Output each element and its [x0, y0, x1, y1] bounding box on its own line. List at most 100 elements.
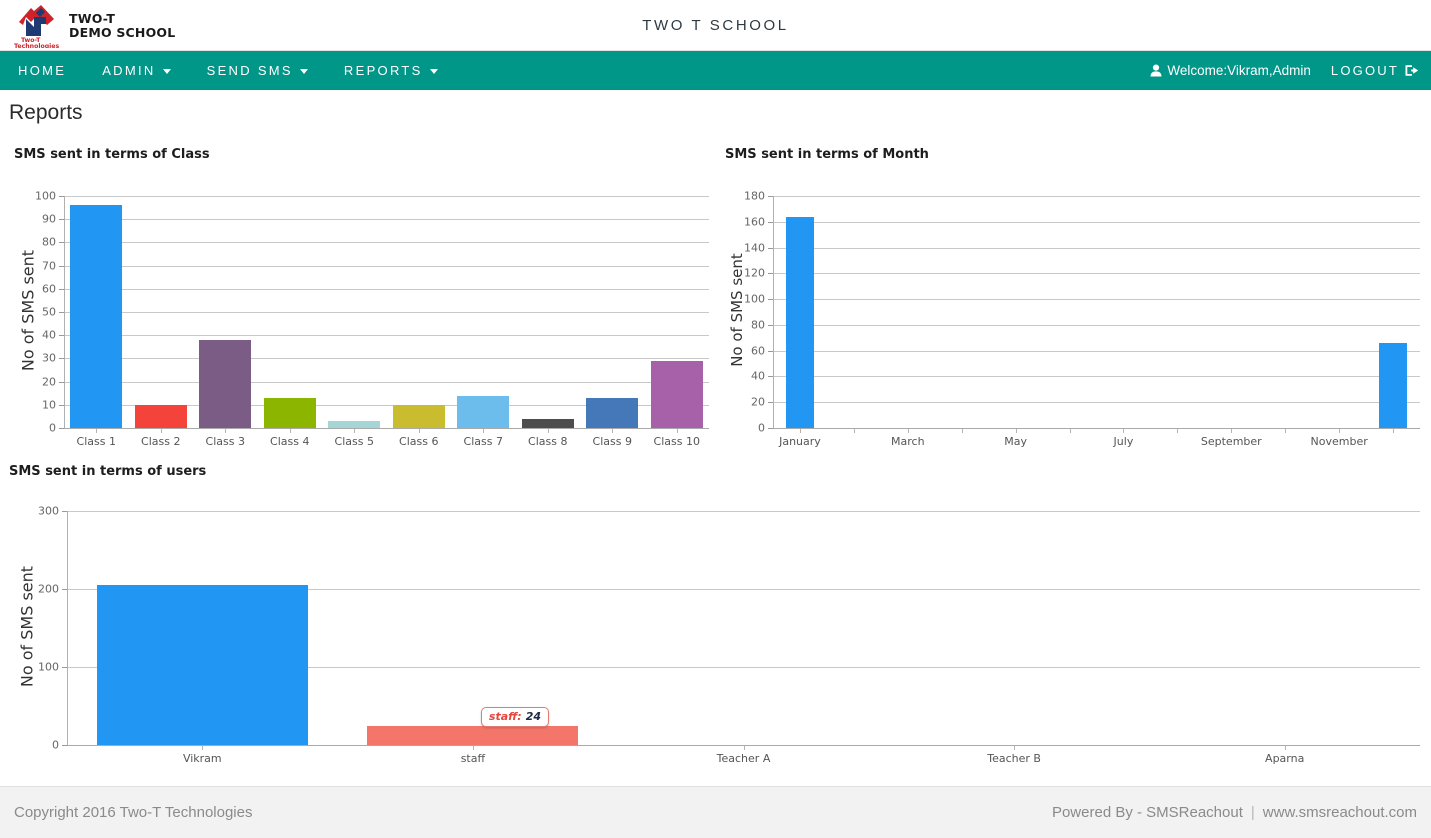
y-tick-label: 80 — [751, 318, 765, 332]
chart-panel-sms-by-month: SMS sent in terms of Month No of SMS sen… — [725, 147, 1425, 448]
gridline — [773, 273, 1420, 274]
gridline — [773, 325, 1420, 326]
gridline — [64, 358, 709, 359]
gridline — [64, 382, 709, 383]
chart-plot-sms-by-month[interactable]: No of SMS sent 0 20 40 60 80 100 120 140 160 180 Ja… — [725, 166, 1425, 456]
x-tick-mark — [1285, 429, 1286, 433]
logo[interactable]: Two-T Technologies TWO-T DEMO SCHOOL — [14, 3, 175, 48]
y-tick-label: 60 — [42, 282, 56, 296]
bar[interactable] — [328, 421, 381, 428]
x-tick-mark — [1231, 429, 1232, 433]
nav-item-reports[interactable]: REPORTS — [326, 51, 456, 90]
chart-plot-sms-by-class[interactable]: No of SMS sent 0 10 20 30 40 50 60 70 80 90 100 Clas… — [14, 166, 714, 456]
gridline — [64, 266, 709, 267]
logo-line-2: DEMO SCHOOL — [69, 24, 176, 40]
bar[interactable] — [70, 205, 123, 428]
y-tick-label: 40 — [42, 328, 56, 342]
footer-copyright: Copyright 2016 Two-T Technologies — [14, 804, 253, 821]
footer-powered-by: Powered By - SMSReachout | www.smsreacho… — [1052, 804, 1417, 821]
footer-website-link[interactable]: www.smsreachout.com — [1263, 804, 1417, 821]
x-tick-mark — [225, 429, 226, 433]
bar[interactable] — [457, 395, 510, 428]
logo-text: TWO-T DEMO SCHOOL — [69, 11, 176, 40]
bar[interactable] — [134, 404, 187, 428]
bar-tooltip: staff: 24 — [480, 707, 549, 728]
bar[interactable] — [96, 585, 308, 745]
nav-item-send-sms-label: SEND SMS — [206, 63, 293, 78]
x-tick-label: Class 1 — [76, 435, 116, 448]
school-title: TWO T SCHOOL — [642, 17, 789, 34]
x-tick-label: Class 4 — [270, 435, 310, 448]
x-tick-mark — [1177, 429, 1178, 433]
x-tick-mark — [744, 746, 745, 750]
footer-separator: | — [1250, 804, 1255, 821]
x-tick-mark — [1070, 429, 1071, 433]
gridline — [773, 196, 1420, 197]
gridline — [64, 196, 709, 197]
x-tick-mark — [1393, 429, 1394, 433]
gridline — [773, 222, 1420, 223]
x-tick-mark — [1285, 746, 1286, 750]
bar[interactable] — [367, 726, 579, 745]
gridline — [773, 248, 1420, 249]
y-axis-line — [67, 511, 68, 745]
bar[interactable] — [199, 339, 252, 428]
x-tick-mark — [473, 746, 474, 750]
gridline — [773, 351, 1420, 352]
y-tick-label: 60 — [751, 344, 765, 358]
gridline — [773, 402, 1420, 403]
logout-button[interactable]: LOGOUT — [1331, 63, 1419, 78]
nav-links: HOME ADMIN SEND SMS REPORTS — [0, 51, 456, 90]
welcome-text: Welcome:Vikram,Admin — [1150, 63, 1311, 78]
y-tick-label: 140 — [744, 241, 765, 255]
x-tick-label: Teacher A — [716, 752, 771, 765]
x-tick-mark — [908, 429, 909, 433]
x-tick-mark — [202, 746, 203, 750]
y-tick-label: 50 — [42, 305, 56, 319]
user-icon — [1150, 64, 1162, 77]
gridline — [67, 511, 1420, 512]
y-tick-label: 90 — [42, 212, 56, 226]
x-tick-mark — [354, 429, 355, 433]
chart-title-sms-by-users: SMS sent in terms of users — [9, 464, 207, 479]
x-tick-mark — [290, 429, 291, 433]
nav-item-send-sms[interactable]: SEND SMS — [189, 51, 326, 90]
nav-item-home[interactable]: HOME — [0, 51, 84, 90]
nav-item-admin[interactable]: ADMIN — [84, 51, 188, 90]
bar[interactable] — [263, 397, 316, 428]
y-tick-label: 0 — [758, 421, 765, 435]
x-tick-label: Class 5 — [334, 435, 374, 448]
x-tick-mark — [1339, 429, 1340, 433]
bar[interactable] — [785, 216, 814, 428]
tooltip-key: staff: — [488, 710, 522, 724]
svg-text:Technologies: Technologies — [14, 43, 59, 48]
chart-plot-sms-by-users[interactable]: No of SMS sent 0 100 200 300 Vikram staff staff… — [9, 483, 1425, 783]
x-tick-mark — [1123, 429, 1124, 433]
bar[interactable] — [1379, 342, 1408, 428]
y-axis-line — [64, 196, 65, 428]
y-axis-line — [773, 196, 774, 428]
x-tick-mark — [800, 429, 801, 433]
x-tick-label: March — [891, 435, 925, 448]
two-t-logo-icon: Two-T Technologies — [14, 3, 62, 48]
logout-label: LOGOUT — [1330, 63, 1399, 78]
bar[interactable] — [650, 360, 703, 428]
y-tick-label: 20 — [42, 375, 56, 389]
gridline — [64, 312, 709, 313]
x-tick-label: Class 7 — [463, 435, 503, 448]
x-axis-line — [67, 745, 1420, 746]
sign-out-icon — [1405, 64, 1419, 77]
x-tick-mark — [548, 429, 549, 433]
bar[interactable] — [521, 418, 574, 428]
y-tick-label: 70 — [42, 259, 56, 273]
bar[interactable] — [586, 397, 639, 428]
y-tick-label: 300 — [38, 504, 59, 518]
bar[interactable] — [392, 404, 445, 428]
y-tick-label: 100 — [38, 660, 59, 674]
y-tick-label: 100 — [744, 292, 765, 306]
gridline — [773, 376, 1420, 377]
y-tick-label: 160 — [744, 215, 765, 229]
chart-title-sms-by-class: SMS sent in terms of Class — [14, 147, 210, 162]
tooltip-value: 24 — [525, 710, 541, 724]
page-title: Reports — [9, 101, 83, 124]
